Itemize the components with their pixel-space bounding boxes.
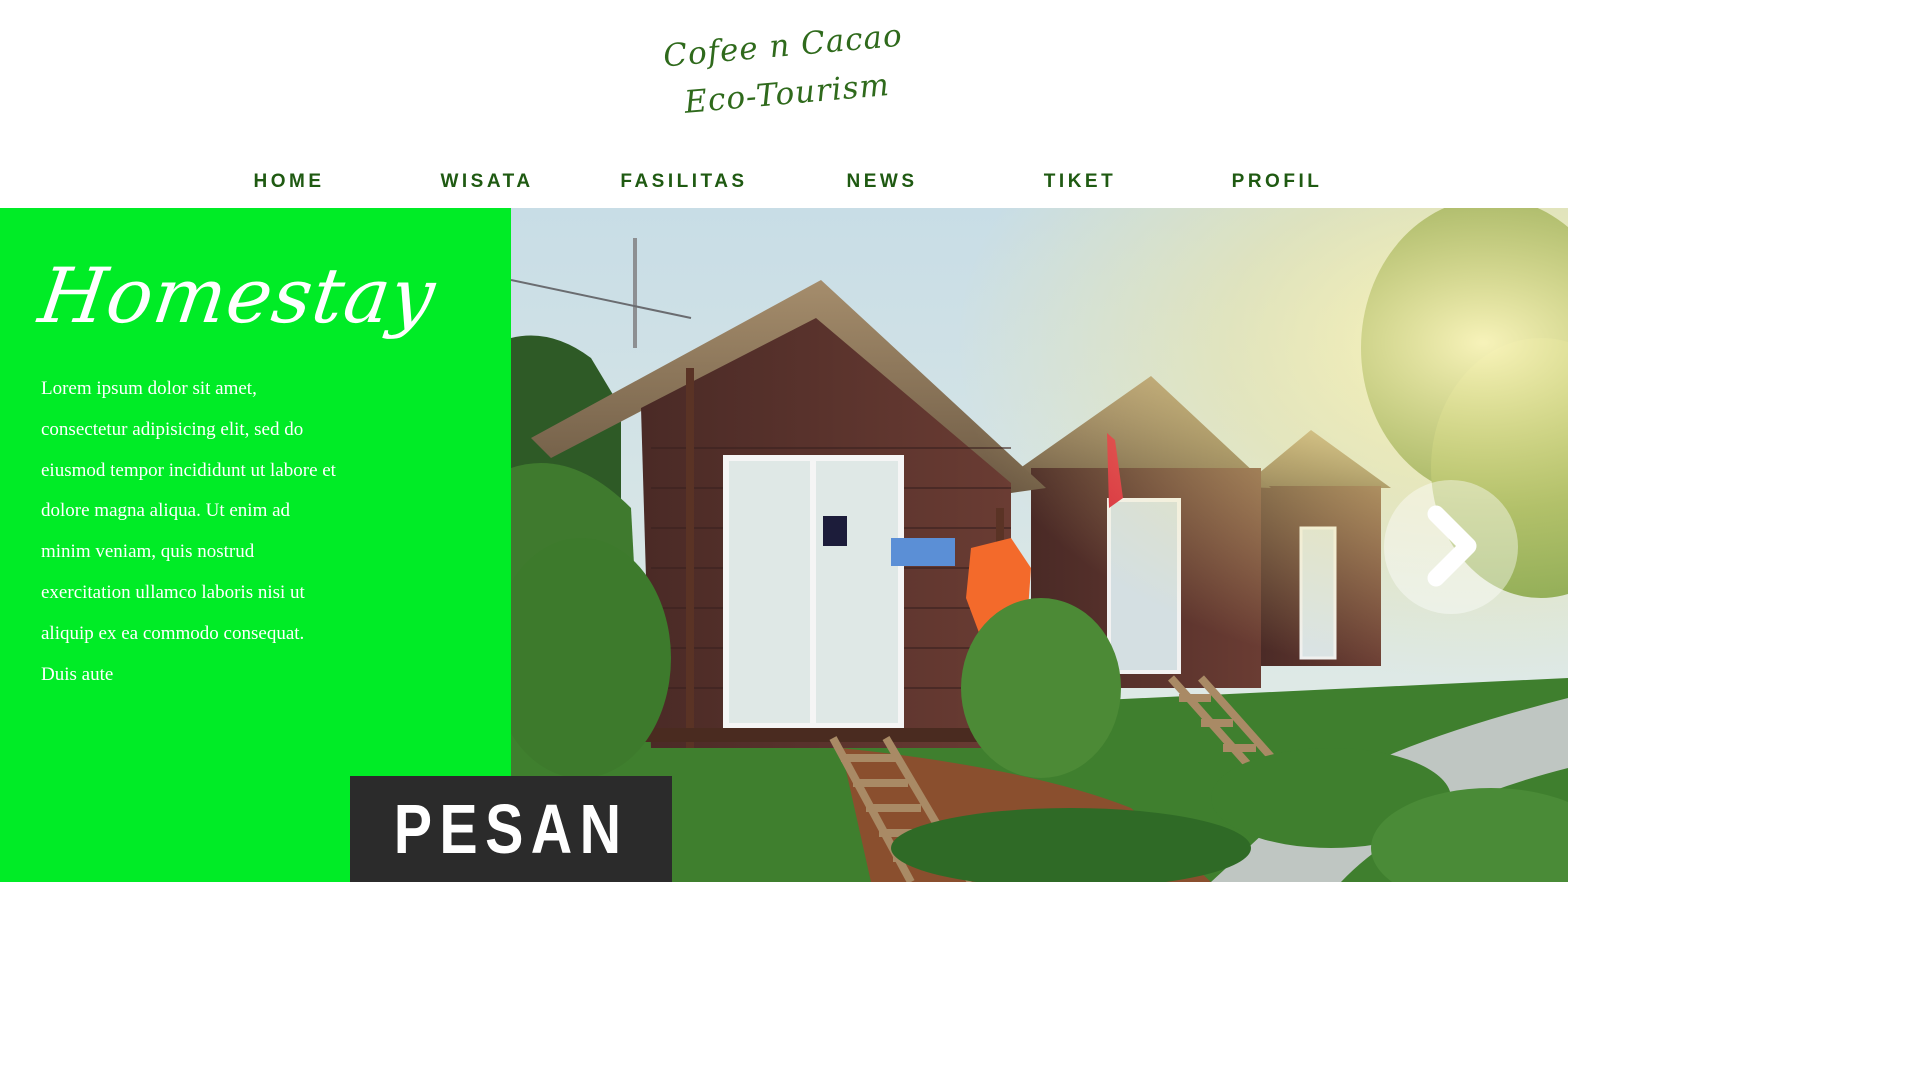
main-nav: HOME WISATA FASILITAS NEWS TIKET PROFIL [0,166,1568,198]
nav-item-news[interactable]: NEWS [847,166,918,198]
nav-item-profil[interactable]: PROFIL [1232,166,1323,198]
site-header: Cofee n Cacao Eco-Tourism HOME WISATA FA… [0,0,1568,208]
nav-item-fasilitas[interactable]: FASILITAS [620,166,747,198]
nav-item-tiket[interactable]: TIKET [1044,166,1116,198]
book-button-label: PESAN [393,790,629,868]
hero-description: Lorem ipsum dolor sit amet, consectetur … [41,378,336,685]
site-logo[interactable]: Cofee n Cacao Eco-Tourism [636,10,933,131]
slider-next-button[interactable] [1384,480,1518,614]
chevron-right-icon [1427,505,1477,587]
nav-item-home[interactable]: HOME [254,166,325,198]
book-button[interactable]: PESAN [350,776,672,882]
hero-title: Homestay [33,251,442,340]
nav-item-wisata[interactable]: WISATA [440,166,533,198]
